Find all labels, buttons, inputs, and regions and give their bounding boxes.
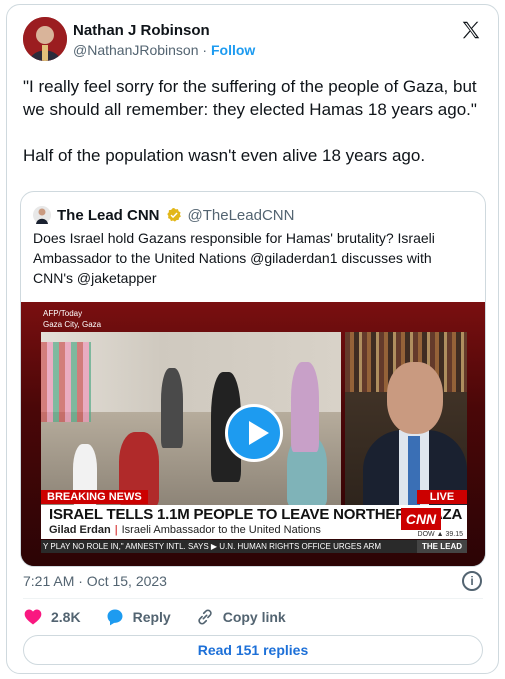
live-badge: LIVE <box>417 490 467 504</box>
quoted-avatar[interactable] <box>33 206 51 224</box>
copy-link-button[interactable]: Copy link <box>195 607 286 627</box>
avatar[interactable] <box>23 17 67 61</box>
play-icon[interactable] <box>225 404 283 462</box>
author-handle[interactable]: @NathanJRobinson <box>73 42 199 58</box>
video-source-line: AFP/Today <box>43 309 83 318</box>
copy-link-label: Copy link <box>222 609 286 625</box>
breaking-news-label: BREAKING NEWS <box>41 490 148 504</box>
tweet-text: "I really feel sorry for the suffering o… <box>23 75 493 190</box>
video-guest-inset <box>345 332 467 506</box>
guest-name: Gilad Erdan <box>49 524 111 536</box>
quoted-author-handle[interactable]: @TheLeadCNN <box>188 207 295 224</box>
verified-badge-icon <box>166 208 181 222</box>
show-tag: THE LEAD <box>417 540 467 553</box>
cnn-logo: CNN <box>401 508 441 530</box>
video-scene-street <box>41 332 341 506</box>
tweet-paragraph: "I really feel sorry for the suffering o… <box>23 77 477 119</box>
x-logo-icon[interactable] <box>460 19 482 41</box>
quoted-tweet-header: The Lead CNN @TheLeadCNN <box>33 206 294 224</box>
video-location-line: Gaza City, Gaza <box>43 320 102 329</box>
video-source-caption: AFP/Today Gaza City, Gaza <box>43 308 101 330</box>
reply-label: Reply <box>132 609 171 625</box>
dow-readout: DOW ▲ 39.15 <box>417 531 463 538</box>
quoted-tweet[interactable]: The Lead CNN @TheLeadCNN Does Israel hol… <box>20 191 486 567</box>
divider <box>23 598 483 599</box>
quoted-tweet-text: Does Israel hold Gazans responsible for … <box>33 230 435 286</box>
chyron-subline: Gilad Erdan | Israeli Ambassador to the Un… <box>49 524 321 536</box>
follow-button[interactable]: Follow <box>211 42 255 58</box>
author-name[interactable]: Nathan J Robinson <box>73 22 210 39</box>
heart-icon <box>24 609 42 625</box>
tweet-paragraph: Half of the population wasn't even alive… <box>23 146 426 165</box>
reply-button[interactable]: Reply <box>105 607 171 627</box>
info-icon[interactable]: i <box>462 571 482 591</box>
tweet-card: Nathan J Robinson @NathanJRobinson · Fol… <box>6 4 499 674</box>
like-count: 2.8K <box>51 609 81 625</box>
reply-bubble-icon <box>107 609 123 626</box>
author-handle-row: @NathanJRobinson · Follow <box>73 42 256 58</box>
guest-title: Israeli Ambassador to the United Nations <box>121 524 321 536</box>
like-button[interactable]: 2.8K <box>23 607 81 627</box>
tweet-timestamp[interactable]: 7:21 AM · Oct 15, 2023 <box>23 573 167 589</box>
lower-third: ISRAEL TELLS 1.1M PEOPLE TO LEAVE NORTHE… <box>41 505 467 539</box>
link-icon <box>197 609 212 625</box>
video-player[interactable]: AFP/Today Gaza City, Gaza BREAKING NEWS … <box>21 302 485 566</box>
news-ticker: Y PLAY NO ROLE IN," AMNESTY INTL. SAYS ▶… <box>41 540 467 553</box>
ticker-text: Y PLAY NO ROLE IN," AMNESTY INTL. SAYS ▶… <box>43 542 382 551</box>
action-bar: 2.8K Reply Copy link <box>23 607 310 627</box>
quoted-author-name[interactable]: The Lead CNN <box>57 207 160 224</box>
read-replies-button[interactable]: Read 151 replies <box>23 635 483 665</box>
